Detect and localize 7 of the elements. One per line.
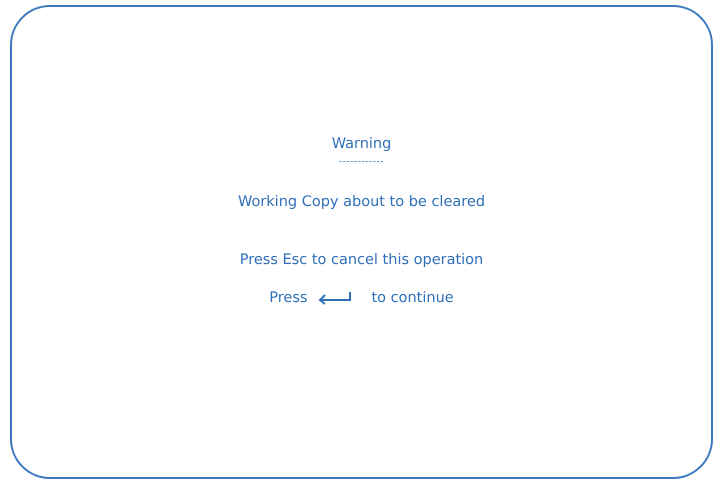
cancel-hint: Press Esc to cancel this operation: [240, 251, 484, 270]
continue-label: to continue: [371, 289, 454, 308]
press-label: Press: [269, 289, 308, 308]
dialog-title: Warning: [332, 135, 392, 154]
enter-key-icon: [317, 291, 354, 305]
warning-message: Working Copy about to be cleared: [238, 193, 486, 212]
title-underline: ------------: [339, 157, 384, 167]
